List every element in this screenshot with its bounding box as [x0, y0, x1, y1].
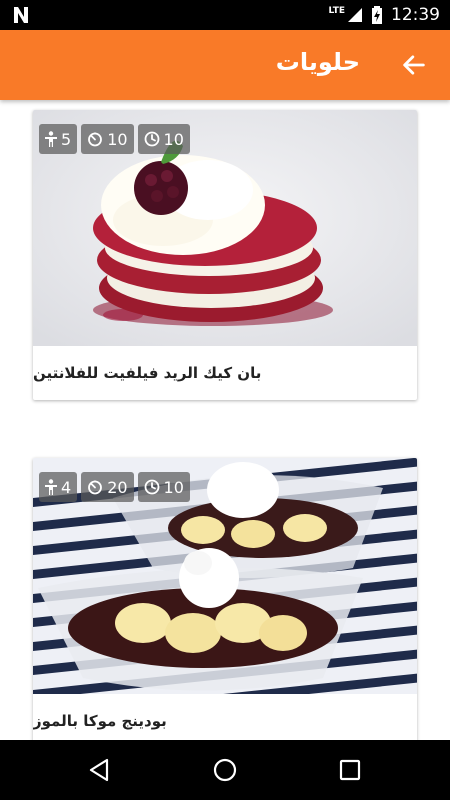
timer-icon — [88, 480, 103, 495]
recipe-title: بودينج موكا بالموز — [33, 712, 167, 730]
battery-icon — [372, 6, 382, 24]
notification-n-icon — [12, 5, 30, 30]
recipe-stats: 5 10 10 — [39, 124, 190, 154]
network-type-label: LTE — [328, 6, 345, 16]
prep-time-value: 10 — [163, 477, 184, 497]
person-icon — [45, 131, 57, 147]
nav-back-button[interactable] — [85, 755, 115, 785]
timer-icon — [88, 132, 103, 147]
nav-recents-button[interactable] — [335, 755, 365, 785]
nav-home-button[interactable] — [210, 755, 240, 785]
status-bar: LTE 12:39 — [0, 0, 450, 30]
prep-time-badge: 10 — [137, 124, 190, 154]
prep-time-badge: 10 — [137, 472, 190, 502]
cook-time-value: 10 — [107, 129, 128, 149]
recipe-card[interactable]: 4 20 10 بودينج موكا بالموز — [33, 458, 417, 740]
clock: 12:39 — [391, 5, 440, 25]
person-icon — [45, 479, 57, 495]
cook-time-badge: 10 — [81, 124, 134, 154]
clock-icon — [144, 131, 159, 147]
back-triangle-icon — [89, 758, 109, 782]
status-icons: LTE 12:39 — [328, 0, 440, 30]
system-nav-bar — [0, 740, 450, 800]
recipe-title: بان كيك الريد فيلفيت للفلانتين — [33, 364, 262, 382]
page-title: حلويات — [275, 48, 360, 76]
back-button[interactable] — [400, 51, 428, 79]
recipe-image: 4 20 10 — [33, 458, 417, 694]
prep-time-value: 10 — [163, 129, 184, 149]
recipe-image: 5 10 10 — [33, 110, 417, 346]
recents-square-icon — [339, 759, 361, 781]
servings-badge: 4 — [39, 472, 78, 502]
servings-value: 5 — [61, 129, 72, 149]
clock-icon — [144, 479, 159, 495]
recipe-card[interactable]: 5 10 10 بان كيك الريد فيلفيت للفلانتين — [33, 110, 417, 400]
cook-time-badge: 20 — [81, 472, 134, 502]
cook-time-value: 20 — [107, 477, 128, 497]
app-bar: حلويات — [0, 30, 450, 100]
home-circle-icon — [213, 758, 237, 782]
arrow-back-icon — [403, 55, 425, 75]
recipe-list[interactable]: 5 10 10 بان كيك الريد فيلفيت للفلانتين 4… — [0, 100, 450, 740]
recipe-stats: 4 20 10 — [39, 472, 190, 502]
servings-badge: 5 — [39, 124, 78, 154]
servings-value: 4 — [61, 477, 72, 497]
signal-icon — [348, 8, 362, 22]
